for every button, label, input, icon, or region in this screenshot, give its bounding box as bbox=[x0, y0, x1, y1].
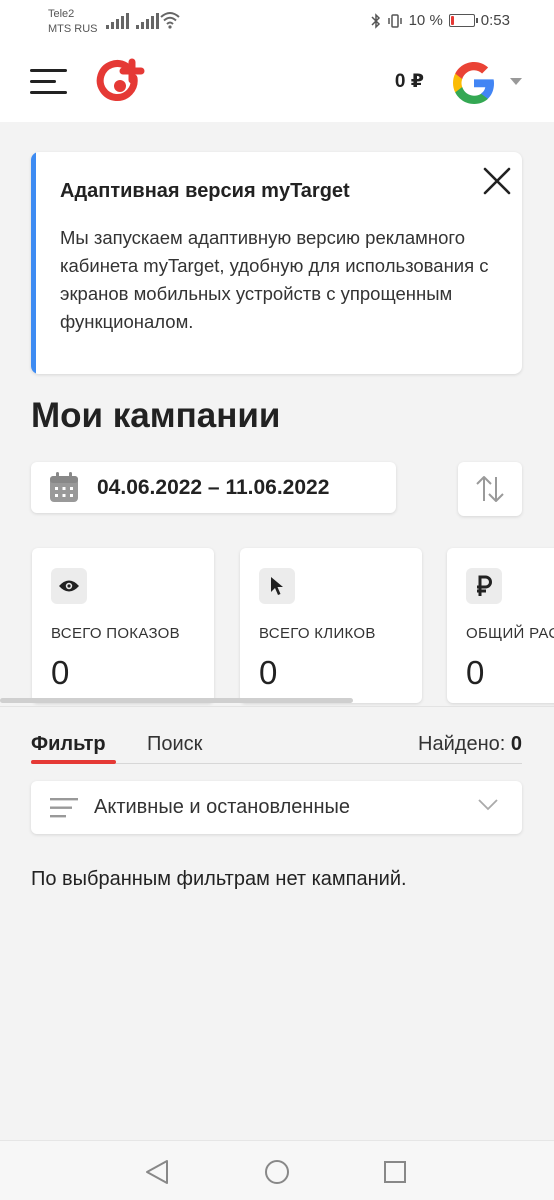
found-count: 0 bbox=[510, 733, 522, 755]
status-filter-select[interactable]: Активные и остановленные bbox=[31, 781, 522, 834]
close-icon[interactable] bbox=[482, 166, 512, 196]
google-account-icon[interactable] bbox=[450, 59, 498, 107]
clock: 0:53 bbox=[480, 12, 510, 29]
account-balance: 0 ₽ bbox=[394, 71, 424, 92]
signal-2-icon bbox=[136, 13, 159, 29]
battery-icon bbox=[448, 14, 478, 27]
status-bar: Tele2 MTS RUS 10 % 0:53 bbox=[0, 0, 554, 42]
carrier-names: Tele2 MTS RUS bbox=[48, 7, 98, 37]
vibrate-icon bbox=[387, 13, 402, 28]
cursor-icon bbox=[259, 568, 295, 604]
tab-filter[interactable]: Фильтр bbox=[31, 733, 106, 756]
sort-arrows-icon bbox=[476, 476, 504, 502]
chevron-down-icon bbox=[478, 799, 498, 811]
battery-level bbox=[450, 16, 454, 25]
app-header: 0 ₽ bbox=[0, 42, 554, 122]
carousel-scrollbar[interactable] bbox=[0, 698, 353, 703]
found-label: Найдено: bbox=[418, 733, 506, 755]
stat-card-clicks: ВСЕГО КЛИКОВ 0 bbox=[240, 548, 422, 703]
menu-icon-line bbox=[30, 91, 67, 94]
stat-card-spend: ОБЩИЙ РАС 0 bbox=[447, 548, 554, 703]
signal-1-icon bbox=[106, 13, 129, 29]
ruble-icon bbox=[466, 568, 502, 604]
date-range-picker[interactable]: 04.06.2022 – 11.06.2022 bbox=[31, 462, 396, 513]
notice-banner: Адаптивная версия myTarget Мы запускаем … bbox=[31, 152, 522, 374]
section-divider bbox=[0, 706, 554, 707]
empty-state-message: По выбранным фильтрам нет кампаний. bbox=[31, 868, 407, 890]
stat-label: ВСЕГО КЛИКОВ bbox=[259, 625, 376, 642]
calendar-icon bbox=[50, 472, 78, 502]
stat-label: ОБЩИЙ РАС bbox=[466, 625, 554, 642]
stat-value: 0 bbox=[51, 654, 70, 691]
status-filter-value: Активные и остановленные bbox=[94, 796, 350, 818]
menu-button[interactable] bbox=[30, 67, 70, 97]
sort-button[interactable] bbox=[458, 462, 522, 516]
stat-value: 0 bbox=[466, 654, 485, 691]
home-icon[interactable] bbox=[262, 1157, 292, 1187]
system-nav-bar bbox=[0, 1140, 554, 1200]
mytarget-logo[interactable] bbox=[96, 54, 152, 110]
date-range-value: 04.06.2022 – 11.06.2022 bbox=[97, 476, 330, 499]
eye-icon bbox=[51, 568, 87, 604]
menu-icon-line bbox=[30, 80, 56, 83]
found-counter: Найдено: 0 bbox=[418, 733, 522, 756]
page-title: Мои кампании bbox=[31, 396, 281, 435]
stats-carousel[interactable]: ВСЕГО ПОКАЗОВ 0 ВСЕГО КЛИКОВ 0 ОБЩИЙ РАС… bbox=[0, 540, 554, 710]
carrier-2: MTS RUS bbox=[48, 23, 98, 35]
recents-icon[interactable] bbox=[380, 1157, 410, 1187]
filter-lines-icon bbox=[50, 798, 78, 818]
caret-down-icon[interactable] bbox=[510, 78, 522, 85]
status-right: 10 % 0:53 bbox=[371, 12, 510, 29]
tab-search[interactable]: Поиск bbox=[147, 733, 202, 756]
stat-value: 0 bbox=[259, 654, 278, 691]
notice-title: Адаптивная версия myTarget bbox=[60, 180, 350, 202]
bluetooth-icon bbox=[371, 12, 380, 29]
stat-card-impressions: ВСЕГО ПОКАЗОВ 0 bbox=[32, 548, 214, 703]
carrier-1: Tele2 bbox=[48, 8, 75, 20]
battery-percent: 10 % bbox=[408, 12, 443, 29]
active-tab-indicator bbox=[31, 760, 116, 764]
wifi-icon bbox=[160, 12, 180, 29]
notice-text: Мы запускаем адаптивную версию рекламног… bbox=[60, 227, 489, 332]
menu-icon bbox=[30, 69, 67, 72]
back-icon[interactable] bbox=[143, 1157, 173, 1187]
stat-label: ВСЕГО ПОКАЗОВ bbox=[51, 625, 180, 642]
